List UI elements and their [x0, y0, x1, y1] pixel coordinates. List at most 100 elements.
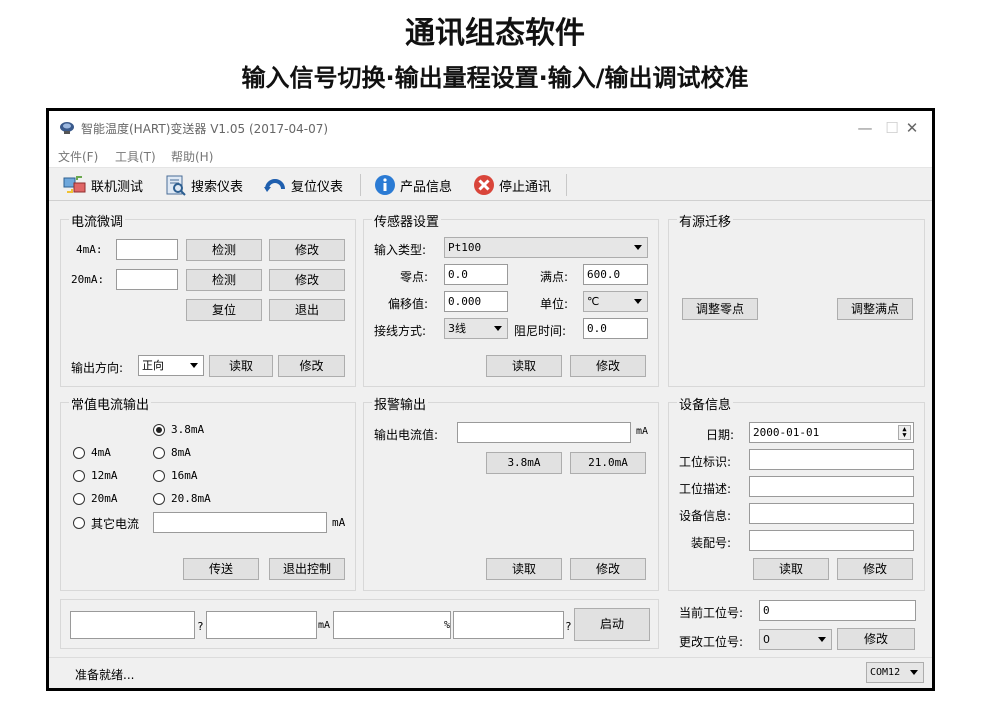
read-alarm-button[interactable]: 读取	[486, 558, 562, 580]
monitor-field-3[interactable]	[333, 611, 451, 639]
offset-input[interactable]: 0.000	[444, 291, 508, 312]
other-current-input[interactable]	[153, 512, 327, 533]
modify-direction-button[interactable]: 修改	[278, 355, 345, 377]
tag-input[interactable]	[749, 449, 914, 470]
monitor-field-1[interactable]	[70, 611, 195, 639]
start-button[interactable]: 启动	[574, 608, 650, 641]
radio-20ma[interactable]	[73, 493, 85, 505]
alarm-output-input[interactable]	[457, 422, 631, 443]
modify-device-button[interactable]: 修改	[837, 558, 913, 580]
read-direction-button[interactable]: 读取	[209, 355, 273, 377]
menu-file[interactable]: 文件(F)	[58, 148, 98, 165]
assembly-input[interactable]	[749, 530, 914, 551]
radio-other-label: 其它电流	[91, 517, 140, 531]
spinner-icon[interactable]: ▲ ▼	[898, 425, 911, 440]
unit-select[interactable]: ℃	[583, 291, 648, 312]
search-icon	[166, 175, 186, 196]
radio-4ma[interactable]	[73, 447, 85, 459]
damping-label: 阻尼时间:	[514, 324, 567, 338]
app-icon	[60, 122, 74, 134]
wiring-select[interactable]: 3线	[444, 318, 508, 339]
radio-20-8ma-label: 20.8mA	[171, 492, 211, 505]
assembly-label: 装配号:	[691, 536, 732, 550]
toolbar-separator	[566, 174, 567, 196]
chevron-down-icon	[190, 363, 198, 368]
chevron-down-icon	[634, 299, 642, 304]
chevron-down-icon	[634, 245, 642, 250]
read-device-button[interactable]: 读取	[753, 558, 829, 580]
damping-input[interactable]: 0.0	[583, 318, 648, 339]
minimize-button[interactable]: —	[853, 117, 877, 139]
reset-trim-button[interactable]: 复位	[186, 299, 262, 321]
menu-tools[interactable]: 工具(T)	[115, 148, 156, 165]
reset-device-button[interactable]: 复位仪表	[263, 173, 343, 197]
stop-icon	[474, 175, 494, 195]
change-address-label: 更改工位号:	[679, 635, 744, 649]
modify-sensor-button[interactable]: 修改	[570, 355, 646, 377]
send-button[interactable]: 传送	[183, 558, 259, 580]
current-address-input[interactable]: 0	[759, 600, 916, 621]
alarm-high-button[interactable]: 21.0mA	[570, 452, 646, 474]
radio-3-8ma[interactable]	[153, 424, 165, 436]
radio-12ma-label: 12mA	[91, 469, 118, 482]
adjust-zero-button[interactable]: 调整零点	[682, 298, 758, 320]
title-bar: 智能温度(HART)变送器 V1.05 (2017-04-07) — ☐ ✕	[49, 111, 932, 145]
date-label: 日期:	[706, 428, 735, 442]
detect-4ma-button[interactable]: 检测	[186, 239, 262, 261]
alarm-output-unit: mA	[636, 426, 649, 437]
modify-4ma-button[interactable]: 修改	[269, 239, 345, 261]
modify-alarm-button[interactable]: 修改	[570, 558, 646, 580]
radio-8ma[interactable]	[153, 447, 165, 459]
menu-help[interactable]: 帮助(H)	[171, 148, 213, 165]
radio-20-8ma[interactable]	[153, 493, 165, 505]
radio-16ma[interactable]	[153, 470, 165, 482]
read-sensor-button[interactable]: 读取	[486, 355, 562, 377]
reset-device-label: 复位仪表	[291, 179, 344, 195]
change-address-select[interactable]: 0	[759, 629, 832, 650]
status-bar: 准备就绪... COM12	[49, 657, 932, 688]
zero-input[interactable]: 0.0	[444, 264, 508, 285]
connect-test-label: 联机测试	[91, 179, 144, 195]
monitor-field-4[interactable]	[453, 611, 564, 639]
wiring-value: 3线	[448, 322, 466, 335]
exit-trim-button[interactable]: 退出	[269, 299, 345, 321]
detect-20ma-button[interactable]: 检测	[186, 269, 262, 291]
modify-20ma-button[interactable]: 修改	[269, 269, 345, 291]
current-trim-group: 电流微调 4mA: 检测 修改 20mA: 检测 修改 复位 退出 输出方向: …	[60, 211, 356, 387]
radio-8ma-label: 8mA	[171, 446, 191, 459]
app-window: 智能温度(HART)变送器 V1.05 (2017-04-07) — ☐ ✕ 文…	[46, 108, 935, 691]
stop-comm-label: 停止通讯	[499, 179, 552, 195]
alarm-low-button[interactable]: 3.8mA	[486, 452, 562, 474]
product-info-button[interactable]: 产品信息	[374, 173, 452, 197]
radio-16ma-label: 16mA	[171, 469, 198, 482]
monitor-unit-2: mA	[318, 620, 331, 631]
offset-label: 偏移值:	[388, 297, 429, 311]
toolbar: 联机测试 搜索仪表 复位仪表 产品信息 停止通讯	[49, 167, 932, 201]
close-button[interactable]: ✕	[900, 117, 924, 139]
device-message-input[interactable]	[749, 503, 914, 524]
modify-address-button[interactable]: 修改	[837, 628, 915, 650]
connect-test-button[interactable]: 联机测试	[63, 173, 143, 197]
stop-comm-button[interactable]: 停止通讯	[473, 173, 551, 197]
description-input[interactable]	[749, 476, 914, 497]
radio-other[interactable]	[73, 517, 85, 529]
output-direction-label: 输出方向:	[71, 361, 124, 375]
radio-12ma[interactable]	[73, 470, 85, 482]
input-20ma[interactable]	[116, 269, 178, 290]
full-input[interactable]: 600.0	[583, 264, 648, 285]
group-title: 设备信息	[677, 394, 734, 413]
com-port-value: COM12	[870, 667, 901, 678]
search-device-button[interactable]: 搜索仪表	[165, 173, 243, 197]
exit-control-button[interactable]: 退出控制	[269, 558, 345, 580]
alarm-output-label: 输出电流值:	[374, 428, 439, 442]
input-type-select[interactable]: Pt100	[444, 237, 648, 258]
group-title: 有源迁移	[677, 211, 734, 230]
input-4ma[interactable]	[116, 239, 178, 260]
output-direction-select[interactable]: 正向	[138, 355, 204, 376]
date-input[interactable]: 2000-01-01 ▲ ▼	[749, 422, 914, 443]
monitor-field-2[interactable]	[206, 611, 317, 639]
com-port-select[interactable]: COM12	[866, 662, 924, 683]
tag-label: 工位标识:	[679, 455, 732, 469]
adjust-full-button[interactable]: 调整满点	[837, 298, 913, 320]
address-group: 当前工位号: 0 更改工位号: 0 修改	[668, 599, 925, 650]
